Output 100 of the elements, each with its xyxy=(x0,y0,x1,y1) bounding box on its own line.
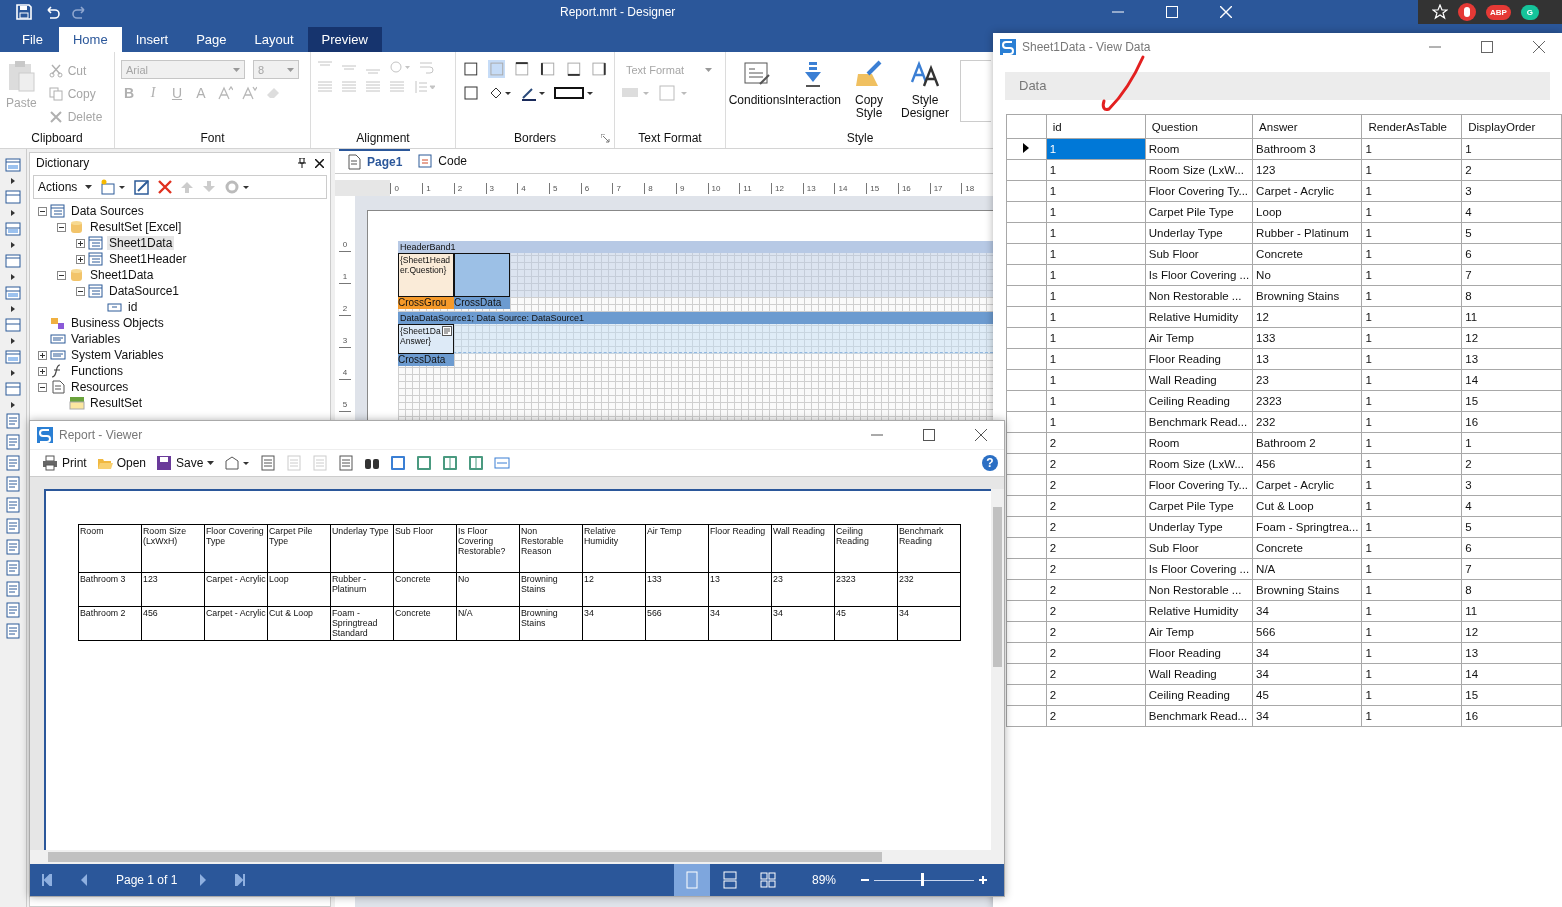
table-cell[interactable]: 1 xyxy=(1361,474,1462,496)
table-cell[interactable]: 1 xyxy=(1361,684,1462,706)
table-cell[interactable]: 1 xyxy=(1361,369,1462,391)
table-cell[interactable]: Carpet Pile Type xyxy=(1145,495,1253,517)
table-cell[interactable]: 1 xyxy=(1046,222,1146,244)
table-cell[interactable]: Carpet Pile Type xyxy=(1145,201,1253,223)
table-cell[interactable]: Room xyxy=(1145,138,1253,160)
table-cell[interactable]: 2 xyxy=(1046,558,1146,580)
table-cell[interactable]: 45 xyxy=(1252,684,1362,706)
extension-badge[interactable]: ABP xyxy=(1486,4,1511,20)
table-cell[interactable]: 14 xyxy=(1461,663,1562,685)
table-cell[interactable]: Browning Stains xyxy=(1252,579,1362,601)
tree-item[interactable]: Data Sources xyxy=(69,204,146,218)
table-cell[interactable]: 34 xyxy=(1252,600,1362,622)
table-cell[interactable]: Ceiling Reading xyxy=(1145,684,1253,706)
table-cell[interactable]: 2 xyxy=(1046,684,1146,706)
table-cell[interactable]: 1 xyxy=(1046,327,1146,349)
table-cell[interactable]: 4 xyxy=(1461,495,1562,517)
table-cell[interactable]: 7 xyxy=(1461,264,1562,286)
table-cell[interactable]: 232 xyxy=(1252,411,1362,433)
table-cell[interactable]: 7 xyxy=(1461,558,1562,580)
table-cell[interactable]: 1 xyxy=(1461,432,1562,454)
table-cell[interactable]: Wall Reading xyxy=(1145,663,1253,685)
table-cell[interactable]: 15 xyxy=(1461,390,1562,412)
table-cell[interactable]: 2 xyxy=(1046,495,1146,517)
table-cell[interactable]: 1 xyxy=(1361,705,1462,727)
ribbon-button[interactable]: Copy Style xyxy=(844,60,894,120)
table-cell[interactable]: Underlay Type xyxy=(1145,222,1253,244)
tree-item[interactable]: Business Objects xyxy=(69,316,166,330)
tree-item[interactable]: System Variables xyxy=(69,348,166,362)
table-cell[interactable]: Benchmark Read... xyxy=(1145,705,1253,727)
editor-tab[interactable]: Page1 xyxy=(339,149,411,173)
table-cell[interactable]: 1 xyxy=(1361,348,1462,370)
table-cell[interactable]: Bathroom 2 xyxy=(1252,432,1362,454)
column-header[interactable]: RenderAsTable xyxy=(1361,114,1462,139)
table-cell[interactable]: 2 xyxy=(1046,516,1146,538)
table-cell[interactable]: 23 xyxy=(1252,369,1362,391)
table-cell[interactable]: 13 xyxy=(1461,642,1562,664)
table-cell[interactable]: 1 xyxy=(1046,369,1146,391)
table-cell[interactable]: Browning Stains xyxy=(1252,285,1362,307)
table-cell[interactable]: 1 xyxy=(1361,201,1462,223)
table-cell[interactable]: 16 xyxy=(1461,411,1562,433)
table-cell[interactable]: 6 xyxy=(1461,243,1562,265)
table-cell[interactable]: 566 xyxy=(1252,621,1362,643)
ribbon-tab[interactable]: Insert xyxy=(121,27,183,52)
table-cell[interactable]: 1 xyxy=(1361,306,1462,328)
tree-item[interactable]: Functions xyxy=(69,364,126,378)
text-component[interactable]: {Sheet1Head er.Question} xyxy=(398,253,454,297)
table-cell[interactable]: 34 xyxy=(1252,705,1362,727)
table-cell[interactable]: 1 xyxy=(1361,243,1462,265)
table-cell[interactable]: Room xyxy=(1145,432,1253,454)
table-cell[interactable]: 1 xyxy=(1361,642,1462,664)
table-cell[interactable]: 1 xyxy=(1361,180,1462,202)
table-cell[interactable]: 1 xyxy=(1046,285,1146,307)
table-cell[interactable]: 133 xyxy=(1252,327,1362,349)
table-cell[interactable]: 11 xyxy=(1461,600,1562,622)
table-cell[interactable]: Bathroom 3 xyxy=(1252,138,1362,160)
table-cell[interactable]: Carpet - Acrylic xyxy=(1252,180,1362,202)
table-cell[interactable]: 1 xyxy=(1361,159,1462,181)
table-cell[interactable]: 456 xyxy=(1252,453,1362,475)
column-header[interactable]: Question xyxy=(1145,114,1253,139)
column-header[interactable]: Answer xyxy=(1252,114,1362,139)
tree-item[interactable]: Sheet1Data xyxy=(88,268,156,282)
actions-menu[interactable]: Actions xyxy=(38,180,93,194)
table-cell[interactable]: Is Floor Covering ... xyxy=(1145,558,1253,580)
ribbon-tab[interactable]: Preview xyxy=(307,27,382,52)
table-cell[interactable]: 34 xyxy=(1252,663,1362,685)
table-cell[interactable]: Floor Reading xyxy=(1145,348,1253,370)
table-cell[interactable]: 1 xyxy=(1361,138,1462,160)
table-cell[interactable]: Air Temp xyxy=(1145,621,1253,643)
table-cell[interactable]: 1 xyxy=(1361,327,1462,349)
table-cell[interactable]: Wall Reading xyxy=(1145,369,1253,391)
save-button[interactable]: Save xyxy=(156,455,215,471)
table-cell[interactable]: Concrete xyxy=(1252,537,1362,559)
table-cell[interactable]: 1 xyxy=(1361,663,1462,685)
table-cell[interactable]: 1 xyxy=(1361,453,1462,475)
table-cell[interactable]: Relative Humidity xyxy=(1145,600,1253,622)
table-cell[interactable]: 2 xyxy=(1046,642,1146,664)
ribbon-tab[interactable]: Page xyxy=(182,27,241,52)
tree-item[interactable]: ResultSet [Excel] xyxy=(88,220,184,234)
table-cell[interactable]: 1 xyxy=(1046,390,1146,412)
table-cell[interactable]: 1 xyxy=(1361,432,1462,454)
cross-tag[interactable]: CrossData xyxy=(454,297,510,309)
table-cell[interactable]: 12 xyxy=(1252,306,1362,328)
table-cell[interactable]: 1 xyxy=(1361,411,1462,433)
tree-item[interactable]: Sheet1Data xyxy=(107,236,175,250)
table-cell[interactable]: 1 xyxy=(1361,222,1462,244)
table-cell[interactable]: 1 xyxy=(1361,390,1462,412)
table-cell[interactable]: 12 xyxy=(1461,327,1562,349)
table-cell[interactable]: 5 xyxy=(1461,516,1562,538)
table-cell[interactable]: 11 xyxy=(1461,306,1562,328)
table-cell[interactable]: 1 xyxy=(1046,411,1146,433)
table-cell[interactable]: 16 xyxy=(1461,705,1562,727)
table-cell[interactable]: 2 xyxy=(1461,159,1562,181)
table-cell[interactable]: 1 xyxy=(1046,201,1146,223)
band-title[interactable]: HeaderBand1 xyxy=(398,241,993,253)
table-cell[interactable]: 5 xyxy=(1461,222,1562,244)
table-cell[interactable]: 1 xyxy=(1361,285,1462,307)
ribbon-tab[interactable]: File xyxy=(8,27,59,52)
table-cell[interactable]: 2 xyxy=(1461,453,1562,475)
